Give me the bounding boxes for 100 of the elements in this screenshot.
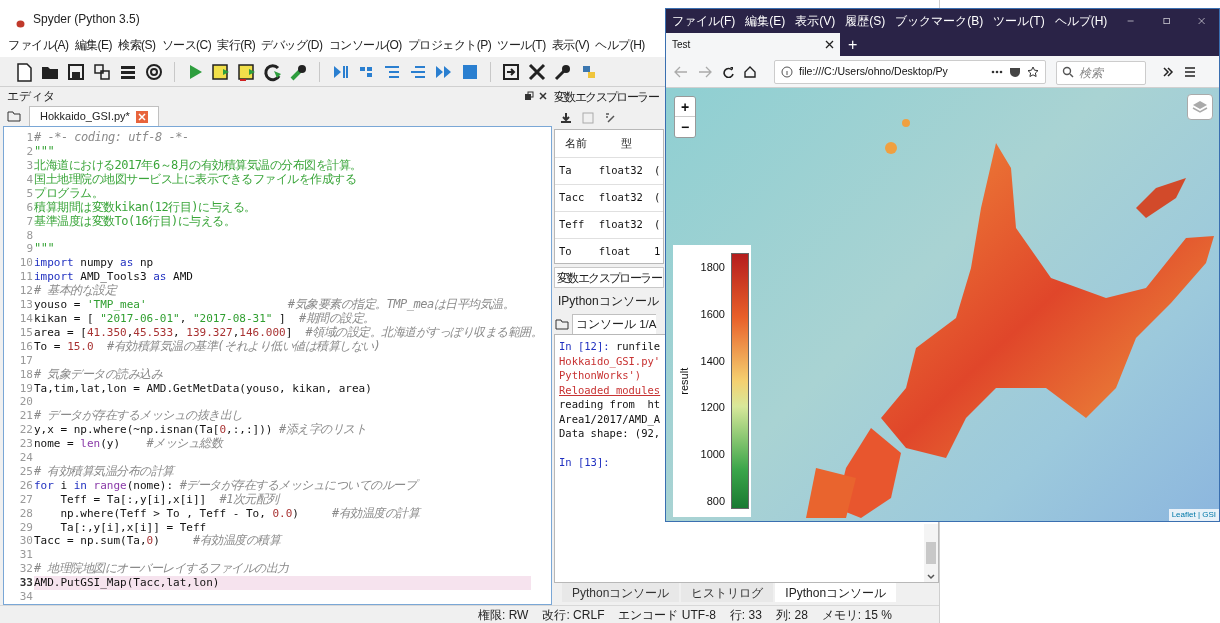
table-cell-text: float32 [597,163,644,179]
close-icon[interactable] [825,40,834,49]
scrollbar[interactable] [924,524,938,582]
star-icon[interactable] [1027,65,1039,78]
run-cell-icon[interactable] [211,61,231,82]
search-icon [1062,65,1074,78]
zoom-out-button[interactable]: − [675,117,695,137]
folder-outline-icon[interactable] [7,110,21,123]
overflow-chevrons-icon[interactable] [1162,65,1174,78]
menu-item[interactable]: 実行(R) [217,36,256,54]
line-number: 21 [18,409,34,424]
menu-item[interactable]: ヘルプ(H) [595,36,645,54]
code-line: """ [34,242,56,257]
code-line: To = 15.0 #有効積算気温の基準(それより低い値は積算しない) [34,339,382,354]
table-cell-text: Tacc [558,190,586,206]
editor-tab[interactable]: Hokkaido_GSI.py* [29,106,159,127]
menu-item[interactable]: ソース(C) [161,36,212,54]
save-icon[interactable] [66,61,86,82]
new-file-icon[interactable] [14,61,34,82]
menu-item[interactable]: 検索(S) [118,36,156,54]
undock-icon[interactable] [524,91,534,102]
close-icon[interactable] [538,91,548,102]
pane-title: IPythonコンソール [558,293,659,310]
scrollbar-thumb[interactable] [926,542,936,564]
zoom-in-button[interactable]: + [675,97,695,117]
code-line: Tacc = np.sum(Ta,0) #有効温度の積算 [34,534,284,549]
line-number: 32 [18,562,34,577]
code-line: # 有効積算気温分布の計算 [34,464,177,479]
code-line: youso = 'TMP_mea' #気象要素の指定。TMP_meaは日平均気温。 [34,298,516,312]
console-bottom-tab[interactable]: ヒストリログ [681,583,774,602]
reload-icon[interactable] [722,65,734,78]
console-line: In [12]: runfile [559,339,661,354]
menu-icon[interactable] [1184,65,1196,78]
line-number: 33 [18,576,34,591]
menu-item[interactable]: ツール(T) [993,12,1045,30]
column-header[interactable]: 型 [597,135,655,152]
menu-item[interactable]: プロジェクト(P) [407,36,492,54]
rerun-icon[interactable] [263,61,283,82]
menu-item[interactable]: 履歴(S) [845,12,886,30]
line-number: 16 [18,339,34,354]
edit-icon[interactable] [604,112,616,124]
menu-item[interactable]: 編集(E) [74,36,112,54]
code-line: for i in range(nome): #データが存在するメッシュについてのループ [34,478,551,493]
save-all-icon[interactable] [92,61,112,82]
line-number: 34 [18,590,34,604]
home-icon[interactable] [744,65,756,78]
table-cell-text: float32 [597,190,644,206]
menu-item[interactable]: 表示(V) [795,12,836,30]
column-header[interactable]: 名前 [555,135,597,152]
menu-item[interactable]: 表示(V) [551,36,590,54]
menu-item[interactable]: コンソール(O) [328,36,402,54]
console-bottom-tab[interactable]: IPythonコンソール [775,583,897,602]
menu-item[interactable]: デバッグ(D) [261,36,323,54]
line-number: 23 [18,437,34,452]
line-number: 30 [18,534,34,549]
code-line: kikan = [ "2017-06-01", "2017-08-31" ] #期間の設定。 [34,311,376,326]
menu-item[interactable]: ファイル(A) [8,36,69,54]
status-item: 行: 33 [729,606,762,623]
status-item: エンコード UTF-8 [618,606,716,623]
console-line: Area1/2017/AMD_A [559,411,661,426]
menu-item[interactable]: ツール(T) [497,36,546,54]
menu-item[interactable]: ヘルプ(H) [1054,12,1108,30]
console-line: reading from ht [559,397,661,412]
maximize-pane-icon[interactable] [501,61,521,82]
code-line: Ta[:,y[i],x[i]] = Teff [59,520,208,534]
folder-outline-icon[interactable] [555,318,569,330]
map-view[interactable]: + − result 1800 1600 1400 1200 1000 800 Leaflet | GSI [666,88,1219,521]
legend-tick-label: 1200 [700,401,725,414]
menu-item[interactable]: ファイル(F) [672,12,736,30]
code-line: Ta,tim,lat,lon = AMD.GetMetData(youso, kikan, area) [34,381,373,396]
code-line: # 気象データの読み込み [34,367,164,382]
code-editor[interactable] [3,126,552,605]
line-number: 20 [18,395,34,410]
address-bar[interactable]: file:///C:/Users/ohno/Desktop/Py [774,59,1046,84]
import-data-icon[interactable] [560,112,572,124]
search-field[interactable]: 検索 [1056,60,1146,85]
code-line: # データが存在するメッシュの抜き出し [34,409,244,424]
code-line: import AMD_Tools3 as AMD [34,270,194,284]
shield-icon[interactable] [1009,65,1021,78]
legend-tick-label: 1800 [700,261,725,273]
chevron-down-icon[interactable] [927,574,935,580]
line-number: 27 [18,492,34,507]
line-number: 31 [18,548,34,563]
code-line: 積算期間は変数kikan(12行目)に与える。 [34,200,257,215]
more-icon[interactable] [991,69,1003,74]
menu-item[interactable]: ブックマーク(B) [895,12,984,30]
console-bottom-tab[interactable]: Pythonコンソール [562,583,680,602]
console-prompt[interactable]: In [13]: [559,455,610,470]
line-number: 29 [18,520,34,535]
browser-tab[interactable]: Test [666,33,840,56]
fullscreen-icon[interactable] [527,61,547,82]
code-line: # -*- coding: utf-8 -*- [34,131,190,146]
maximize-icon[interactable] [1162,15,1170,27]
map-attribution[interactable]: Leaflet | GSI [1168,509,1219,521]
line-number: 1 [25,131,34,146]
table-cell-text: Ta [558,163,573,179]
run-cell-advance-icon[interactable] [237,61,257,82]
new-tab-button[interactable]: + [840,33,866,56]
pane-tab[interactable]: 変数エクスプローラー [554,267,664,288]
menu-item[interactable]: 編集(E) [745,12,786,30]
